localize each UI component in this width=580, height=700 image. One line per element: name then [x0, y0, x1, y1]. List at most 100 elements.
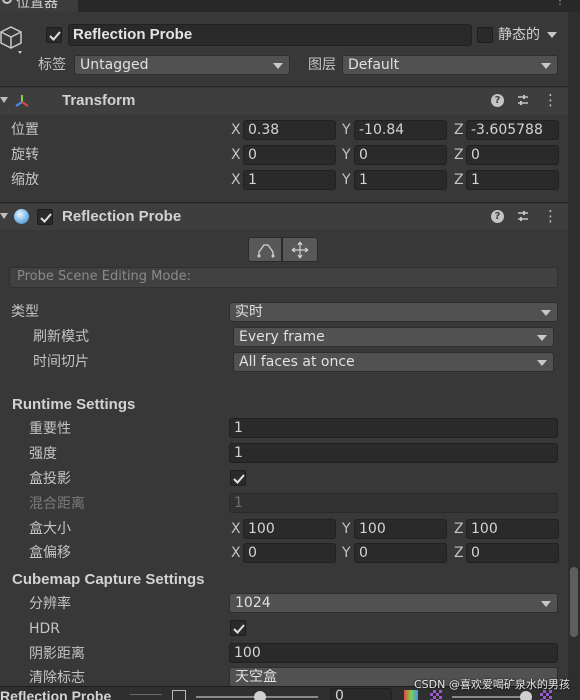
help-icon[interactable]: ?	[491, 210, 504, 223]
rotation-label[interactable]: 旋转	[11, 146, 39, 164]
scale-y-input[interactable]: 1	[354, 170, 447, 190]
scale-z-axis[interactable]: Z	[454, 171, 464, 189]
help-icon[interactable]: ?	[491, 94, 504, 107]
edit-bounds-button[interactable]	[248, 237, 282, 262]
box-size-z-axis[interactable]: Z	[454, 520, 464, 538]
type-value: 实时	[235, 304, 263, 320]
rotation-x-axis[interactable]: X	[231, 146, 241, 164]
blend-distance-input: 1	[229, 493, 558, 513]
box-size-y-axis[interactable]: Y	[342, 520, 351, 538]
rotation-y-axis[interactable]: Y	[342, 146, 351, 164]
gameobject-active-checkbox[interactable]	[46, 27, 62, 43]
preview-toggle-icon[interactable]	[172, 690, 186, 700]
tab-options-icon[interactable]: ⋮	[555, 0, 567, 7]
position-x-axis[interactable]: X	[231, 121, 241, 139]
rotation-x-input[interactable]: 0	[243, 145, 336, 165]
context-menu-icon[interactable]: ⋮	[543, 92, 558, 108]
importance-label[interactable]: 重要性	[29, 420, 71, 438]
gameobject-cube-icon	[0, 24, 24, 54]
preview-title: Reflection Probe	[0, 688, 112, 700]
time-slicing-label[interactable]: 时间切片	[33, 353, 89, 371]
context-menu-icon[interactable]: ⋮	[543, 208, 558, 224]
static-checkbox[interactable]	[477, 27, 493, 43]
reflection-probe-title: Reflection Probe	[62, 208, 182, 225]
foldout-arrow-icon[interactable]	[0, 97, 8, 103]
rotation-y-input[interactable]: 0	[354, 145, 447, 165]
shadow-distance-input[interactable]: 100	[229, 643, 558, 663]
move-probe-origin-button[interactable]	[282, 237, 318, 262]
chevron-down-icon	[541, 601, 551, 607]
box-offset-y-axis[interactable]: Y	[342, 544, 351, 562]
box-size-label[interactable]: 盒大小	[29, 520, 71, 538]
clear-flags-label[interactable]: 清除标志	[29, 669, 85, 687]
layer-value: Default	[348, 57, 400, 73]
box-offset-label[interactable]: 盒偏移	[29, 544, 71, 562]
position-label[interactable]: 位置	[11, 121, 39, 139]
rotation-z-input[interactable]: 0	[466, 145, 559, 165]
box-size-x-axis[interactable]: X	[231, 520, 241, 538]
rotation-z-axis[interactable]: Z	[454, 146, 464, 164]
preview-slider-track-2[interactable]	[452, 696, 524, 698]
position-y-input[interactable]: -10.84	[354, 120, 447, 140]
box-offset-z-input[interactable]: 0	[466, 543, 559, 563]
scrollbar-track[interactable]	[568, 12, 580, 700]
clear-flags-value: 天空盒	[235, 669, 277, 685]
scrollbar-thumb[interactable]	[570, 567, 578, 637]
resolution-dropdown[interactable]: 1024	[229, 593, 558, 613]
box-offset-x-input[interactable]: 0	[243, 543, 336, 563]
reflection-probe-enabled-checkbox[interactable]	[37, 209, 53, 225]
hdr-checkbox[interactable]	[230, 620, 246, 636]
intensity-input[interactable]: 1	[229, 443, 558, 463]
refresh-mode-label[interactable]: 刷新模式	[33, 328, 89, 346]
box-offset-y-input[interactable]: 0	[354, 543, 447, 563]
position-z-input[interactable]: -3.605788	[466, 120, 559, 140]
preview-slider-thumb[interactable]	[254, 691, 266, 700]
importance-input[interactable]: 1	[229, 418, 558, 438]
box-size-z-input[interactable]: 100	[466, 519, 559, 539]
scale-y-axis[interactable]: Y	[342, 171, 351, 189]
box-size-x-input[interactable]: 100	[243, 519, 336, 539]
chevron-down-icon	[537, 360, 547, 366]
intensity-label[interactable]: 强度	[29, 445, 57, 463]
move-arrows-icon	[291, 241, 309, 259]
static-label[interactable]: 静态的	[498, 26, 540, 44]
transform-title: Transform	[62, 92, 136, 109]
foldout-arrow-icon[interactable]	[0, 213, 8, 219]
chevron-down-icon	[537, 335, 547, 341]
hdr-label[interactable]: HDR	[29, 620, 60, 638]
cubemap-capture-settings-title: Cubemap Capture Settings	[12, 571, 205, 588]
chevron-down-icon	[541, 310, 551, 316]
presets-icon[interactable]	[516, 93, 530, 107]
scale-label[interactable]: 缩放	[11, 171, 39, 189]
inspector-tab[interactable]: 位置器	[0, 0, 78, 12]
static-dropdown-arrow-icon[interactable]	[547, 32, 557, 38]
scale-x-input[interactable]: 1	[243, 170, 336, 190]
box-size-y-input[interactable]: 100	[354, 519, 447, 539]
gameobject-name-input[interactable]: Reflection Probe	[68, 24, 472, 46]
shadow-distance-label[interactable]: 阴影距离	[29, 645, 85, 663]
tag-value: Untagged	[80, 57, 149, 73]
position-y-axis[interactable]: Y	[342, 121, 351, 139]
position-x-input[interactable]: 0.38	[243, 120, 336, 140]
tag-dropdown[interactable]: Untagged	[74, 55, 290, 75]
presets-icon[interactable]	[516, 209, 530, 223]
time-slicing-dropdown[interactable]: All faces at once	[233, 352, 554, 372]
layer-dropdown[interactable]: Default	[342, 55, 558, 75]
type-dropdown[interactable]: 实时	[229, 302, 558, 322]
edit-bounds-icon	[257, 244, 275, 258]
box-offset-x-axis[interactable]: X	[231, 544, 241, 562]
position-z-axis[interactable]: Z	[454, 121, 464, 139]
scale-x-axis[interactable]: X	[231, 171, 241, 189]
resolution-label[interactable]: 分辨率	[29, 595, 71, 613]
box-projection-checkbox[interactable]	[230, 470, 246, 486]
box-projection-label[interactable]: 盒投影	[29, 470, 71, 488]
preview-slider-thumb-2[interactable]	[520, 691, 532, 700]
type-label[interactable]: 类型	[11, 303, 39, 321]
refresh-mode-dropdown[interactable]: Every frame	[233, 327, 554, 347]
watermark: CSDN @喜欢爱喝矿泉水的男孩	[414, 678, 570, 691]
box-offset-z-axis[interactable]: Z	[454, 544, 464, 562]
reflection-probe-header[interactable]: Reflection Probe ? ⋮	[0, 204, 568, 230]
scale-z-input[interactable]: 1	[466, 170, 559, 190]
transform-header[interactable]: Transform ? ⋮	[0, 88, 568, 114]
preview-value-input[interactable]: 0	[330, 688, 392, 700]
